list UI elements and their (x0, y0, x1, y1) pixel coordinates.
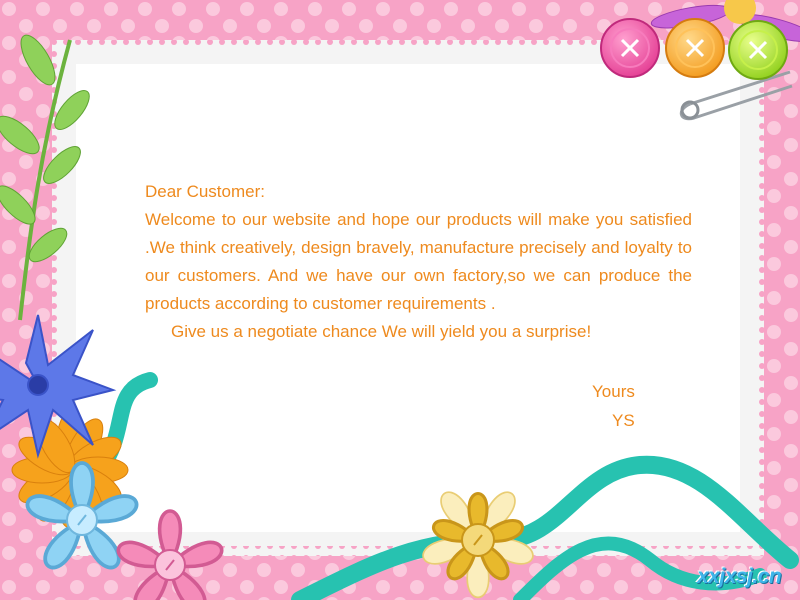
green-button (728, 20, 788, 80)
closing-line: Give us a negotiate chance We will yield… (171, 322, 592, 341)
watermark: xxjxsj.cn (697, 565, 782, 588)
letter: Dear Customer: Welcome to our website an… (145, 178, 692, 346)
signature: YS (612, 411, 635, 430)
orange-button (665, 18, 725, 78)
letter-body: Welcome to our website and hope our prod… (145, 210, 692, 313)
signoff: Yours (592, 382, 635, 401)
greeting: Dear Customer: (145, 182, 265, 201)
pink-button (600, 18, 660, 78)
